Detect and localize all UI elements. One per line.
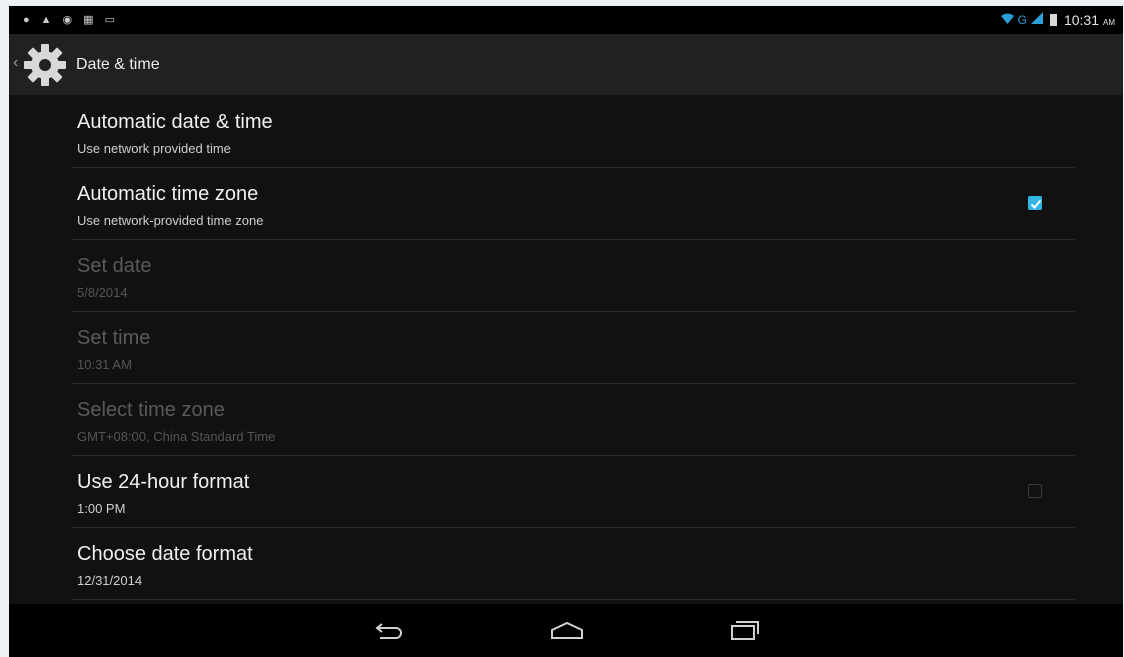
gear-icon[interactable] <box>23 43 67 87</box>
page-title: Date & time <box>76 56 160 73</box>
action-bar: ‹ Date & time <box>9 34 1123 95</box>
setting-select-time-zone: Select time zone GMT+08:00, China Standa… <box>71 383 1075 456</box>
setting-summary: 12/31/2014 <box>77 573 143 588</box>
recents-icon[interactable] <box>723 618 763 644</box>
device-screen: ● ▲ ◉ ▦ ▭ G 10:31 AM ‹ Date & time Autom… <box>9 6 1123 657</box>
battery-icon <box>1049 14 1057 26</box>
setting-set-date: Set date 5/8/2014 <box>71 239 1075 312</box>
use-24-hour-format-checkbox[interactable] <box>1028 484 1042 498</box>
setting-title: Automatic date & time <box>77 111 273 133</box>
image-icon: ▦ <box>83 14 94 26</box>
setting-use-24-hour-format[interactable]: Use 24-hour format 1:00 PM <box>71 455 1075 528</box>
screen-icon: ▭ <box>104 14 115 26</box>
setting-summary: GMT+08:00, China Standard Time <box>77 429 276 444</box>
setting-title: Choose date format <box>77 543 253 565</box>
wifi-icon <box>1000 13 1014 27</box>
network-type: G <box>1017 13 1027 27</box>
setting-title: Use 24-hour format <box>77 471 250 493</box>
setting-summary: Use network provided time <box>77 141 231 156</box>
status-clock: 10:31 <box>1063 12 1099 28</box>
up-caret-icon[interactable]: ‹ <box>13 54 18 72</box>
divider <box>71 599 1075 600</box>
dot-notification-icon: ● <box>23 14 30 26</box>
status-bar: ● ▲ ◉ ▦ ▭ G 10:31 AM <box>9 6 1123 34</box>
notification-icons: ● ▲ ◉ ▦ ▭ <box>23 13 115 27</box>
status-indicators: G 10:31 AM <box>1000 11 1115 29</box>
setting-title: Set date <box>77 255 152 277</box>
back-icon[interactable] <box>370 618 410 644</box>
sync-icon: ◉ <box>62 14 73 26</box>
setting-title: Set time <box>77 327 151 349</box>
status-ampm: AM <box>1103 17 1115 27</box>
navigation-bar <box>9 604 1123 657</box>
setting-automatic-time-zone[interactable]: Automatic time zone Use network-provided… <box>71 167 1075 240</box>
setting-choose-date-format[interactable]: Choose date format 12/31/2014 <box>71 527 1075 600</box>
automatic-time-zone-checkbox[interactable] <box>1028 196 1042 210</box>
setting-automatic-date-time[interactable]: Automatic date & time Use network provid… <box>71 95 1075 168</box>
setting-summary: 5/8/2014 <box>77 285 128 300</box>
setting-summary: 1:00 PM <box>77 501 126 516</box>
checkmark-icon <box>1030 199 1042 209</box>
signal-icon <box>1030 11 1043 29</box>
home-icon[interactable] <box>547 618 587 644</box>
setting-title: Automatic time zone <box>77 183 259 205</box>
setting-summary: 10:31 AM <box>77 357 132 372</box>
warning-icon: ▲ <box>40 14 52 26</box>
setting-set-time: Set time 10:31 AM <box>71 311 1075 384</box>
setting-title: Select time zone <box>77 399 225 421</box>
setting-summary: Use network-provided time zone <box>77 213 264 228</box>
